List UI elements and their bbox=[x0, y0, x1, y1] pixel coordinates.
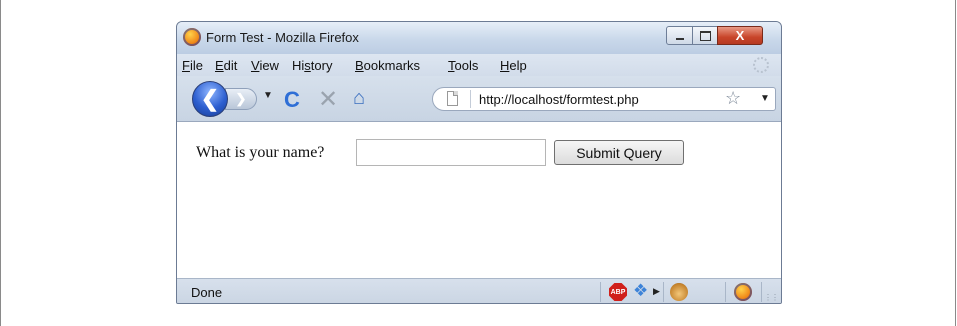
stop-icon[interactable]: ✕ bbox=[318, 85, 338, 114]
url-dropdown-icon[interactable]: ▼ bbox=[760, 93, 770, 104]
back-button[interactable]: ❮ bbox=[192, 81, 228, 117]
navigation-toolbar: ❯ ❮ ▼ C ✕ ⌂ http://localhost/formtest.ph… bbox=[177, 76, 781, 121]
throbber-icon bbox=[753, 57, 769, 73]
menu-tools[interactable]: Tools bbox=[448, 58, 478, 73]
url-text[interactable]: http://localhost/formtest.php bbox=[479, 92, 639, 107]
reload-icon[interactable]: C bbox=[284, 87, 300, 113]
page-content: What is your name? Submit Query bbox=[177, 121, 781, 278]
submit-button[interactable]: Submit Query bbox=[554, 140, 684, 165]
history-dropdown-icon[interactable]: ▼ bbox=[263, 90, 273, 101]
menu-history[interactable]: History bbox=[292, 58, 332, 73]
title-bar: Form Test - Mozilla Firefox X bbox=[177, 22, 781, 54]
submit-button-label: Submit Query bbox=[576, 144, 662, 161]
back-arrow-icon: ❮ bbox=[200, 86, 220, 111]
maximize-icon bbox=[699, 30, 711, 41]
page-icon bbox=[447, 91, 458, 106]
extension-icon[interactable]: ❖ bbox=[633, 281, 648, 301]
url-bar[interactable]: http://localhost/formtest.php ☆ ▼ bbox=[432, 87, 776, 111]
menu-view[interactable]: View bbox=[251, 58, 279, 73]
status-text: Done bbox=[191, 285, 223, 300]
home-icon[interactable]: ⌂ bbox=[353, 87, 365, 110]
minimize-button[interactable] bbox=[666, 26, 693, 45]
window-title: Form Test - Mozilla Firefox bbox=[206, 30, 359, 45]
maximize-button[interactable] bbox=[692, 26, 718, 45]
forward-button[interactable]: ❯ bbox=[225, 88, 257, 110]
monkey-icon[interactable] bbox=[670, 283, 688, 301]
status-divider bbox=[600, 282, 601, 302]
status-divider bbox=[663, 282, 664, 302]
status-divider bbox=[761, 282, 762, 302]
close-button[interactable]: X bbox=[717, 26, 763, 45]
image-frame-left bbox=[0, 0, 1, 326]
firefox-status-icon[interactable] bbox=[734, 283, 752, 301]
adblock-icon[interactable]: ABP bbox=[609, 283, 627, 301]
status-divider bbox=[725, 282, 726, 302]
image-frame-right bbox=[955, 0, 956, 326]
menu-help[interactable]: Help bbox=[500, 58, 527, 73]
status-bar: Done ABP ❖ ▶ ⋮⋮ bbox=[177, 278, 781, 303]
firefox-app-icon bbox=[183, 28, 201, 46]
minimize-icon bbox=[675, 37, 684, 40]
menu-bar: File Edit View History Bookmarks Tools H… bbox=[177, 54, 781, 76]
bookmark-star-icon[interactable]: ☆ bbox=[725, 88, 741, 109]
menu-bookmarks[interactable]: Bookmarks bbox=[355, 58, 420, 73]
name-input[interactable] bbox=[356, 139, 546, 166]
resize-grip-icon[interactable]: ⋮⋮ bbox=[764, 293, 779, 302]
url-separator bbox=[470, 90, 471, 108]
forward-arrow-icon: ❯ bbox=[235, 91, 247, 106]
browser-window: Form Test - Mozilla Firefox X File Edit … bbox=[176, 21, 782, 304]
close-icon: X bbox=[735, 28, 745, 43]
name-label: What is your name? bbox=[196, 144, 325, 161]
extension-dropdown-icon[interactable]: ▶ bbox=[653, 286, 660, 297]
menu-edit[interactable]: Edit bbox=[215, 58, 237, 73]
menu-file[interactable]: File bbox=[182, 58, 203, 73]
